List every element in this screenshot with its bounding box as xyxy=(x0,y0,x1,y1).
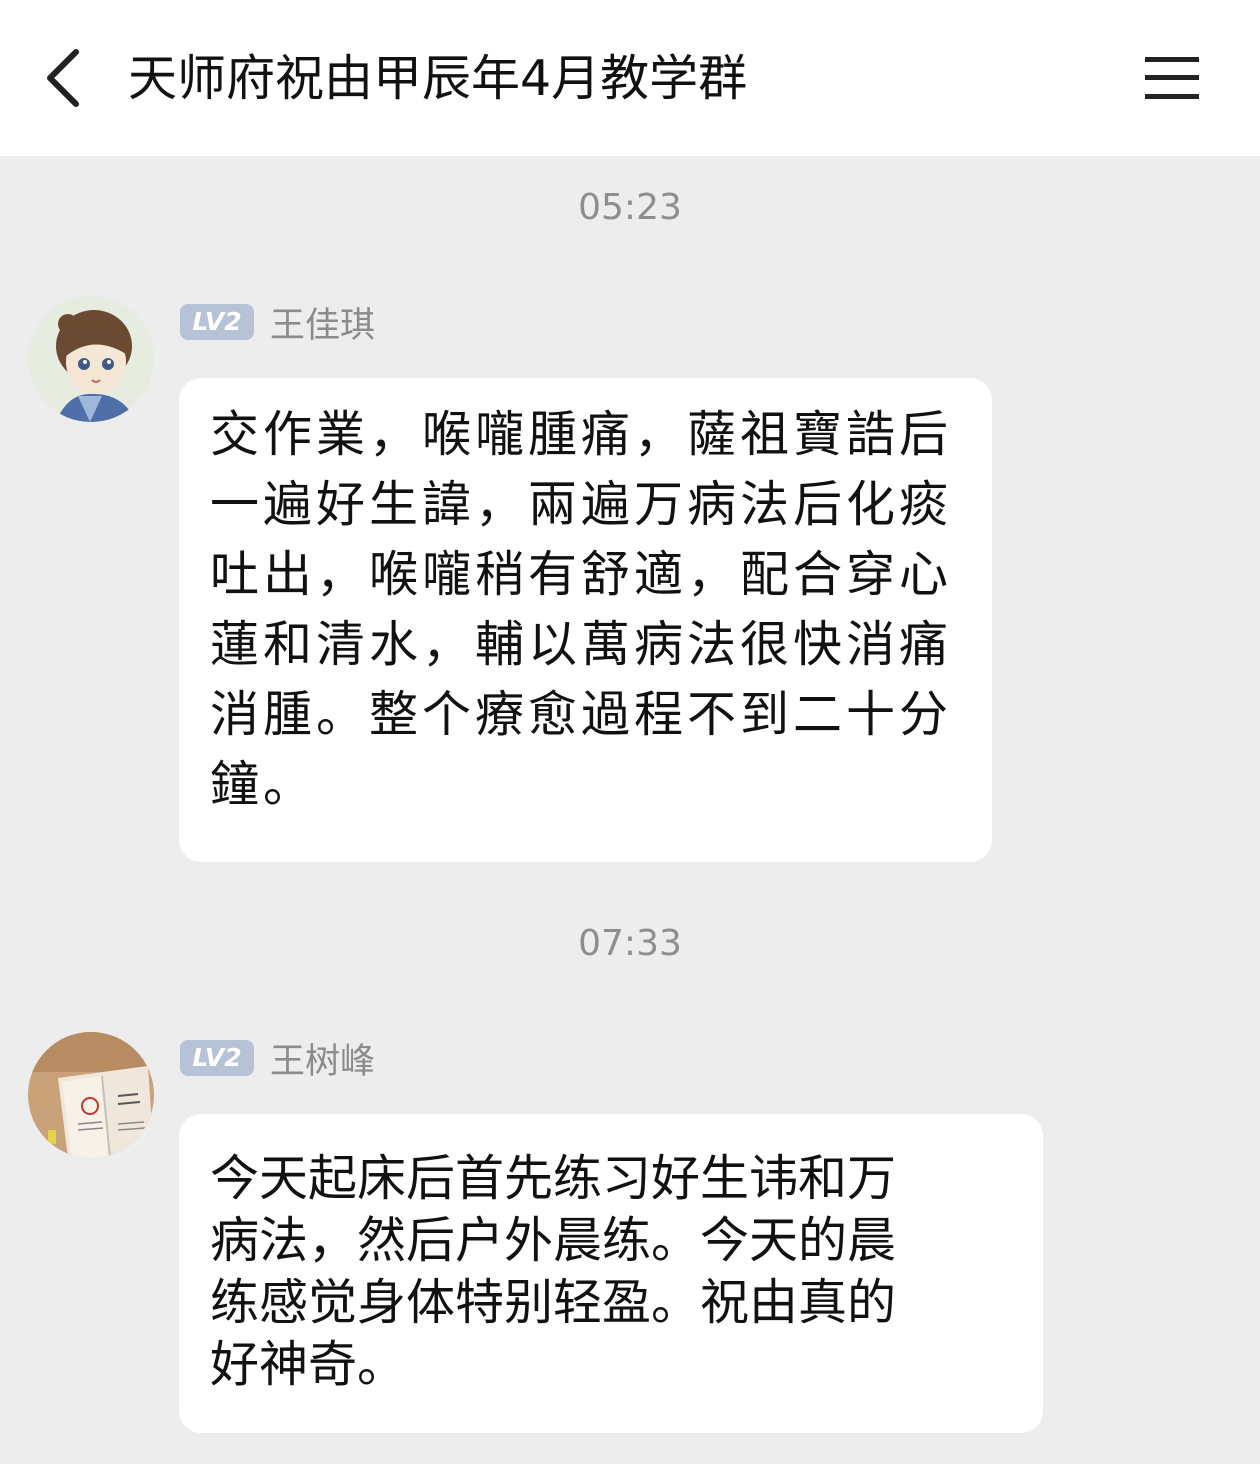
timestamp: 07:33 xyxy=(578,923,682,964)
message-line: 交作業，喉嚨腫痛，薩祖寶誥后 xyxy=(210,406,953,463)
chat-header: 天师府祝由甲辰年4月教学群 xyxy=(0,0,1260,156)
avatar-illustration-icon xyxy=(28,296,154,422)
hamburger-menu-icon xyxy=(1145,57,1199,99)
avatar[interactable] xyxy=(28,1032,154,1158)
message-line: 今天起床后首先练习好生讳和万 xyxy=(210,1150,897,1207)
back-button[interactable] xyxy=(28,38,100,118)
level-badge: LV2 xyxy=(180,1040,254,1076)
message-line: 一遍好生諱，兩遍万病法后化痰 xyxy=(210,476,953,533)
message-line: 吐出，喉嚨稍有舒適，配合穿心 xyxy=(210,546,953,603)
avatar-book-photo-icon xyxy=(28,1032,154,1158)
message-bubble[interactable]: 交作業，喉嚨腫痛，薩祖寶誥后 一遍好生諱，兩遍万病法后化痰 吐出，喉嚨稍有舒適，… xyxy=(179,378,992,862)
sender-row: LV2 王树峰 xyxy=(180,1038,375,1082)
avatar[interactable] xyxy=(28,296,154,422)
sender-name[interactable]: 王佳琪 xyxy=(270,297,375,348)
chevron-left-icon xyxy=(47,49,79,107)
message-line: 消腫。整个療愈過程不到二十分 xyxy=(210,686,953,743)
message-line: 练感觉身体特别轻盈。祝由真的 xyxy=(210,1274,897,1331)
sender-name[interactable]: 王树峰 xyxy=(270,1033,375,1084)
level-badge: LV2 xyxy=(180,304,254,340)
chat-title: 天师府祝由甲辰年4月教学群 xyxy=(128,50,748,107)
sender-row: LV2 王佳琪 xyxy=(180,302,375,346)
message-bubble[interactable]: 今天起床后首先练习好生讳和万 病法，然后户外晨练。今天的晨 练感觉身体特别轻盈。… xyxy=(179,1114,1043,1433)
menu-button[interactable] xyxy=(1132,40,1212,116)
timestamp: 05:23 xyxy=(578,187,682,228)
message-line: 病法，然后户外晨练。今天的晨 xyxy=(210,1212,897,1269)
message-line: 鐘。 xyxy=(210,756,317,813)
message-line: 蓮和清水，輔以萬病法很快消痛 xyxy=(210,616,953,673)
message-line: 好神奇。 xyxy=(210,1336,407,1393)
